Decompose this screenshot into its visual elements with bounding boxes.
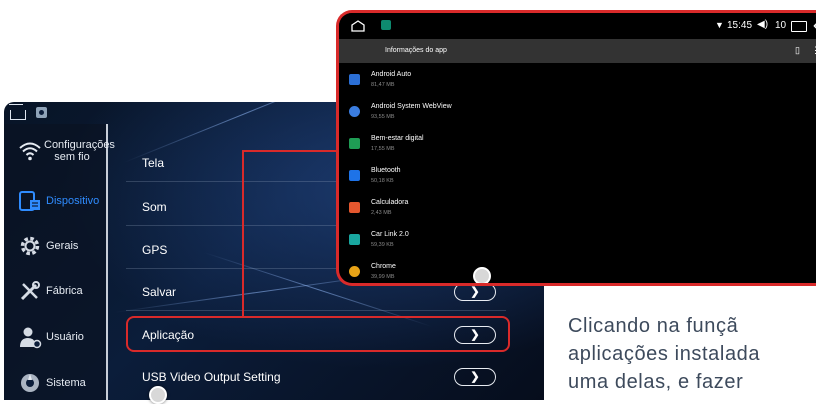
app-bar: Informações do app ▯ ⋮	[339, 39, 816, 63]
sidebar-item-user[interactable]: Usuário	[4, 314, 106, 360]
list-item[interactable]: Car Link 2.0 59,39 KB	[339, 225, 816, 257]
app-info-screen: ▼ 15:45 ◀) 10 ↩ Informações do app ▯ ⋮ A…	[336, 10, 816, 286]
sidebar-item-device[interactable]: Dispositivo	[4, 178, 106, 224]
sidebar-item-label: Sistema	[46, 377, 86, 389]
menu-item-label: USB Video Output Setting	[142, 370, 281, 384]
menu-item-usb-video-output[interactable]: USB Video Output Setting ❯	[126, 358, 506, 396]
caption-text: Clicando na funçã aplicações instalada u…	[568, 312, 816, 396]
page-title: Informações do app	[385, 47, 447, 54]
wifi-icon	[19, 142, 41, 161]
list-item[interactable]: Bem-estar digital 17,55 MB	[339, 129, 816, 161]
app-name: Chrome	[371, 263, 396, 270]
app-size: 81,47 MB	[371, 82, 395, 88]
chevron-right-icon[interactable]: ❯	[454, 368, 496, 386]
app-size: 2,43 MB	[371, 210, 392, 216]
sidebar-item-wireless[interactable]: Configurações sem fio	[4, 126, 115, 176]
menu-item-label: GPS	[142, 243, 168, 257]
clock-text: 15:45	[727, 20, 753, 31]
list-item[interactable]: Calculadora 2,43 MB	[339, 193, 816, 225]
digital-wellbeing-icon	[349, 138, 360, 149]
menu-item-label: Tela	[142, 156, 165, 170]
gear-icon	[20, 236, 40, 256]
status-bar: ▼ 15:45 ◀) 10 ↩	[339, 13, 816, 39]
webview-icon	[349, 106, 360, 117]
document-icon[interactable]: ▯	[795, 45, 800, 56]
volume-level: 10	[775, 20, 787, 31]
car-link-icon	[349, 234, 360, 245]
app-size: 93,55 MB	[371, 114, 395, 120]
device-icon	[19, 191, 40, 211]
sidebar-item-label: Dispositivo	[46, 195, 100, 207]
home-icon[interactable]	[351, 20, 365, 32]
connector-line	[242, 150, 244, 318]
chrome-icon	[349, 266, 360, 277]
system-icon	[21, 374, 39, 392]
caption-line: aplicações instalada	[568, 343, 761, 365]
app-name: Bem-estar digital	[371, 135, 424, 142]
list-item[interactable]: Chrome 39,99 MB	[339, 257, 816, 283]
caption-line: Clicando na funçã	[568, 315, 739, 337]
recent-apps-icon[interactable]	[791, 21, 807, 32]
app-icon	[36, 107, 47, 118]
sidebar-divider	[106, 124, 108, 400]
menu-item-label: Som	[142, 200, 167, 214]
aplicacao-highlight	[126, 316, 510, 352]
sidebar-item-label: Usuário	[46, 331, 84, 343]
app-name: Car Link 2.0	[371, 231, 409, 238]
calculator-icon	[349, 202, 360, 213]
app-size: 17,55 MB	[371, 146, 395, 152]
more-icon[interactable]: ⋮	[811, 45, 816, 56]
home-icon[interactable]	[10, 110, 26, 120]
list-item[interactable]: Android System WebView 93,55 MB	[339, 97, 816, 129]
app-size: 39,99 MB	[371, 274, 395, 280]
sidebar-item-label: Fábrica	[46, 285, 83, 297]
sidebar-item-system[interactable]: Sistema	[4, 360, 106, 400]
divider	[126, 310, 506, 311]
tools-icon	[20, 281, 40, 301]
connector-line	[242, 150, 342, 152]
caption-line: uma delas, e fazer	[568, 371, 744, 393]
app-name: Bluetooth	[371, 167, 401, 174]
bluetooth-icon	[349, 170, 360, 181]
list-item[interactable]: Android Auto 81,47 MB	[339, 65, 816, 97]
sidebar-item-factory[interactable]: Fábrica	[4, 268, 106, 314]
volume-icon: ◀)	[757, 19, 769, 30]
app-size: 50,18 KB	[371, 178, 394, 184]
app-icon	[381, 20, 391, 30]
app-name: Android System WebView	[371, 103, 452, 110]
sidebar-item-general[interactable]: Gerais	[4, 223, 106, 269]
sidebar-item-label: Configurações sem fio	[44, 139, 115, 163]
sidebar-item-label: Gerais	[46, 240, 79, 252]
app-name: Calculadora	[371, 199, 409, 206]
user-icon	[20, 327, 42, 349]
touch-indicator	[149, 386, 167, 404]
wifi-icon: ▼	[715, 20, 724, 30]
menu-item-label: Salvar	[142, 285, 177, 299]
app-size: 59,39 KB	[371, 242, 394, 248]
android-auto-icon	[349, 74, 360, 85]
touch-indicator	[473, 267, 491, 283]
app-name: Android Auto	[371, 71, 412, 78]
list-item[interactable]: Bluetooth 50,18 KB	[339, 161, 816, 193]
